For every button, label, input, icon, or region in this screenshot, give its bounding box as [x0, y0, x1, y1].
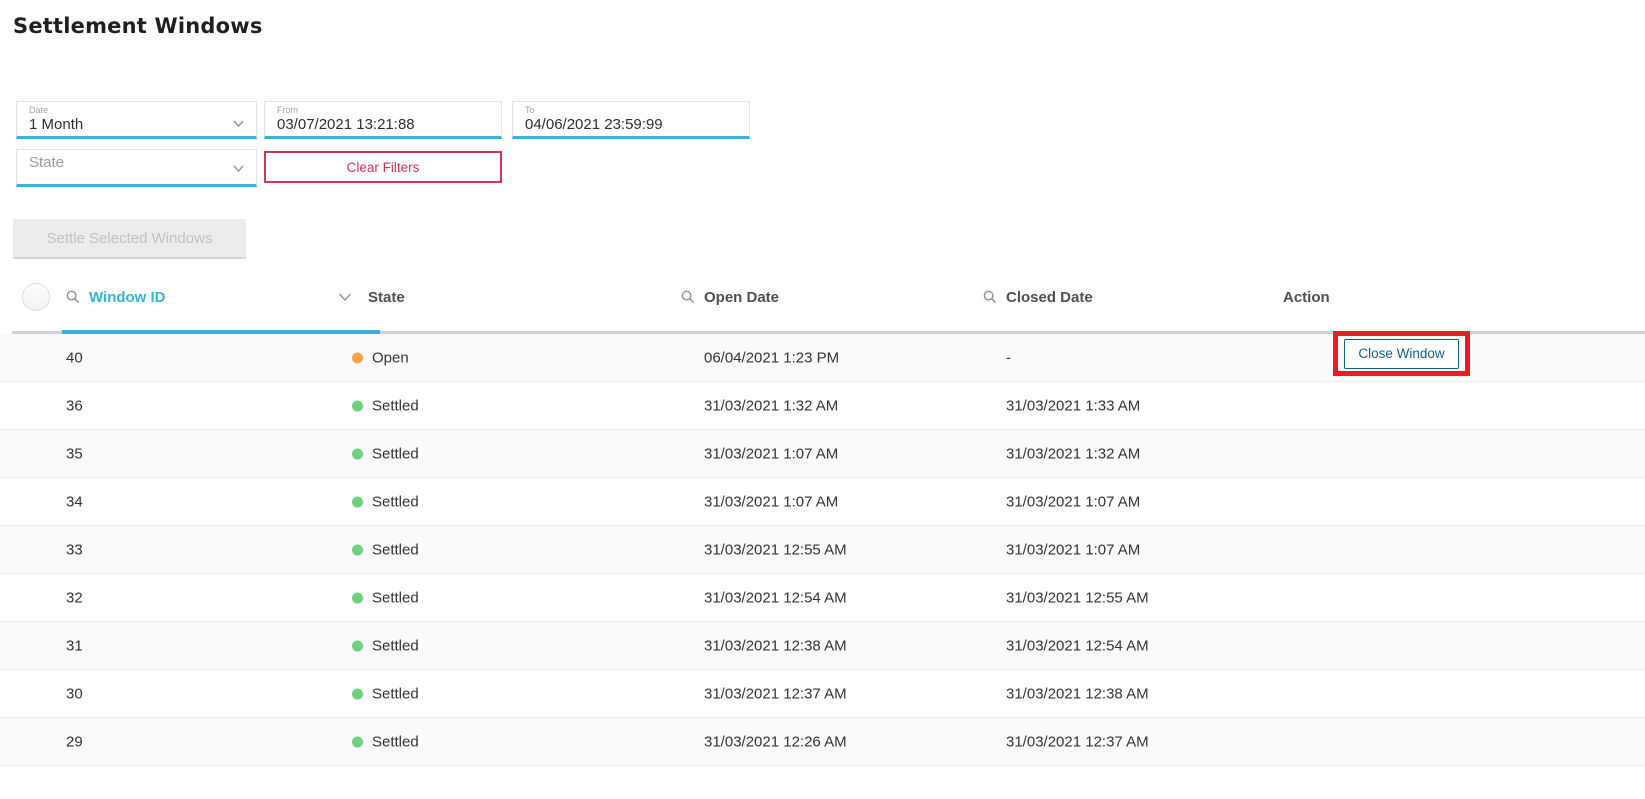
state-select[interactable]: State	[16, 149, 257, 187]
state-cell: Open	[352, 349, 409, 366]
open-date-cell: 06/04/2021 1:23 PM	[704, 349, 839, 366]
search-icon[interactable]	[983, 290, 997, 304]
settle-selected-windows-button[interactable]: Settle Selected Windows	[13, 219, 246, 259]
date-select-value: 1 Month	[29, 115, 244, 135]
closed-date-cell: 31/03/2021 1:07 AM	[1006, 493, 1140, 510]
closed-date-cell: 31/03/2021 1:33 AM	[1006, 397, 1140, 414]
open-date-cell: 31/03/2021 1:07 AM	[704, 445, 838, 462]
open-date-cell: 31/03/2021 12:37 AM	[704, 685, 847, 702]
window-id-cell: 30	[66, 685, 83, 702]
column-header-label: Action	[1283, 289, 1330, 306]
closed-date-cell: 31/03/2021 12:38 AM	[1006, 685, 1149, 702]
table-row[interactable]: 32 Settled 31/03/2021 12:54 AM 31/03/202…	[0, 574, 1645, 622]
closed-date-cell: 31/03/2021 12:37 AM	[1006, 733, 1149, 750]
state-label: Settled	[372, 445, 419, 462]
column-header-action: Action	[1283, 283, 1330, 311]
status-dot-open	[352, 352, 363, 363]
date-select-label: Date	[29, 105, 244, 115]
column-header-state[interactable]: State	[368, 283, 405, 311]
state-cell: Settled	[352, 397, 419, 414]
state-cell: Settled	[352, 493, 419, 510]
table-row[interactable]: 35 Settled 31/03/2021 1:07 AM 31/03/2021…	[0, 430, 1645, 478]
column-header-label: Closed Date	[1006, 289, 1093, 306]
closed-date-cell: 31/03/2021 1:07 AM	[1006, 541, 1140, 558]
window-id-cell: 40	[66, 349, 83, 366]
select-all-checkbox[interactable]	[22, 283, 50, 311]
state-label: Settled	[372, 685, 419, 702]
state-label: Settled	[372, 397, 419, 414]
table-row[interactable]: 40 Open 06/04/2021 1:23 PM - Close Windo…	[0, 334, 1645, 382]
column-header-open-date[interactable]: Open Date	[681, 283, 779, 311]
window-id-cell: 29	[66, 733, 83, 750]
clear-filters-button[interactable]: Clear Filters	[264, 151, 502, 183]
state-label: Open	[372, 349, 409, 366]
close-window-button[interactable]: Close Window	[1344, 339, 1459, 369]
status-dot-settled	[352, 400, 363, 411]
state-cell: Settled	[352, 733, 419, 750]
table-row[interactable]: 33 Settled 31/03/2021 12:55 AM 31/03/202…	[0, 526, 1645, 574]
column-header-window-id[interactable]: Window ID	[66, 283, 166, 311]
table-row[interactable]: 36 Settled 31/03/2021 1:32 AM 31/03/2021…	[0, 382, 1645, 430]
state-cell: Settled	[352, 445, 419, 462]
to-date-input[interactable]: To 04/06/2021 23:59:99	[512, 101, 750, 139]
column-header-label: Open Date	[704, 289, 779, 306]
from-date-input[interactable]: From 03/07/2021 13:21:88	[264, 101, 502, 139]
status-dot-settled	[352, 592, 363, 603]
column-header-label: State	[368, 289, 405, 306]
open-date-cell: 31/03/2021 12:54 AM	[704, 589, 847, 606]
status-dot-settled	[352, 496, 363, 507]
window-id-cell: 32	[66, 589, 83, 606]
state-cell: Settled	[352, 685, 419, 702]
settlement-windows-page: Settlement Windows Date 1 Month From 03/…	[0, 0, 1645, 799]
status-dot-settled	[352, 736, 363, 747]
state-label: Settled	[372, 637, 419, 654]
closed-date-cell: 31/03/2021 12:55 AM	[1006, 589, 1149, 606]
search-icon[interactable]	[66, 290, 80, 304]
state-label: Settled	[372, 541, 419, 558]
closed-date-cell: 31/03/2021 12:54 AM	[1006, 637, 1149, 654]
status-dot-settled	[352, 640, 363, 651]
from-input-label: From	[277, 105, 489, 115]
state-select-placeholder: State	[29, 153, 244, 173]
closed-date-cell: -	[1006, 349, 1011, 366]
open-date-cell: 31/03/2021 1:32 AM	[704, 397, 838, 414]
search-icon[interactable]	[681, 290, 695, 304]
table-header: Window ID State Open Date Closed Date Ac…	[0, 283, 1645, 311]
chevron-down-icon	[233, 118, 244, 129]
table-row[interactable]: 29 Settled 31/03/2021 12:26 AM 31/03/202…	[0, 718, 1645, 766]
window-id-cell: 35	[66, 445, 83, 462]
page-title: Settlement Windows	[13, 14, 263, 38]
status-dot-settled	[352, 544, 363, 555]
window-id-cell: 31	[66, 637, 83, 654]
window-id-cell: 36	[66, 397, 83, 414]
state-label: Settled	[372, 733, 419, 750]
window-id-cell: 34	[66, 493, 83, 510]
state-cell: Settled	[352, 589, 419, 606]
table-row[interactable]: 30 Settled 31/03/2021 12:37 AM 31/03/202…	[0, 670, 1645, 718]
to-input-value: 04/06/2021 23:59:99	[525, 115, 737, 135]
state-label: Settled	[372, 493, 419, 510]
state-cell: Settled	[352, 637, 419, 654]
closed-date-cell: 31/03/2021 1:32 AM	[1006, 445, 1140, 462]
open-date-cell: 31/03/2021 12:26 AM	[704, 733, 847, 750]
chevron-down-icon	[233, 163, 244, 174]
window-id-cell: 33	[66, 541, 83, 558]
open-date-cell: 31/03/2021 1:07 AM	[704, 493, 838, 510]
state-cell: Settled	[352, 541, 419, 558]
column-header-label: Window ID	[89, 289, 166, 306]
table-row[interactable]: 31 Settled 31/03/2021 12:38 AM 31/03/202…	[0, 622, 1645, 670]
state-label: Settled	[372, 589, 419, 606]
date-range-select[interactable]: Date 1 Month	[16, 101, 257, 139]
from-input-value: 03/07/2021 13:21:88	[277, 115, 489, 135]
to-input-label: To	[525, 105, 737, 115]
status-dot-settled	[352, 688, 363, 699]
column-header-closed-date[interactable]: Closed Date	[983, 283, 1093, 311]
sort-chevron-icon[interactable]	[338, 291, 352, 303]
open-date-cell: 31/03/2021 12:38 AM	[704, 637, 847, 654]
status-dot-settled	[352, 448, 363, 459]
table-row[interactable]: 34 Settled 31/03/2021 1:07 AM 31/03/2021…	[0, 478, 1645, 526]
annotation-highlight-box: Close Window	[1333, 331, 1470, 376]
open-date-cell: 31/03/2021 12:55 AM	[704, 541, 847, 558]
table-body: 40 Open 06/04/2021 1:23 PM - Close Windo…	[0, 334, 1645, 766]
